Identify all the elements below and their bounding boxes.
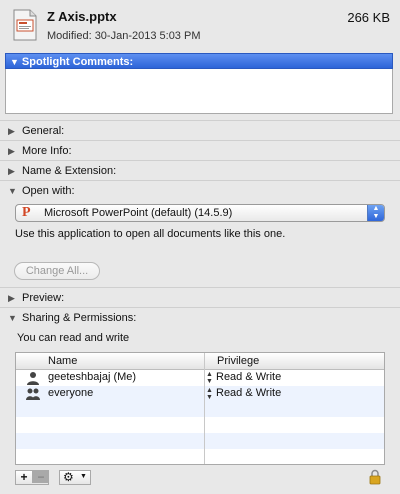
section-open-with-label: Open with: <box>22 185 75 197</box>
add-user-button[interactable]: + <box>16 470 32 484</box>
gear-icon: ⚙ <box>63 470 74 484</box>
pptx-file-icon <box>13 9 37 41</box>
open-with-app: Microsoft PowerPoint (default) (14.5.9) <box>44 207 233 219</box>
permissions-table: Name Privilege geeteshbajaj (Me) ▲ ▼ Read… <box>15 352 385 465</box>
permission-summary: You can read and write <box>17 332 130 344</box>
section-sharing[interactable]: ▼ Sharing & Permissions: <box>0 307 400 328</box>
triangle-right-icon: ▶ <box>8 166 15 176</box>
section-open-with[interactable]: ▼ Open with: <box>0 180 400 201</box>
section-name-extension[interactable]: ▶ Name & Extension: <box>0 160 400 181</box>
spotlight-comments-header[interactable]: ▼ Spotlight Comments: <box>5 53 393 69</box>
section-preview[interactable]: ▶ Preview: <box>0 287 400 308</box>
privilege-stepper-icon[interactable]: ▲ ▼ <box>206 387 213 401</box>
popup-arrows-icon: ▲ ▼ <box>367 205 384 221</box>
table-row[interactable]: everyone ▲ ▼ Read & Write <box>16 386 384 402</box>
section-more-info-label: More Info: <box>22 145 72 157</box>
chevron-down-icon: ▼ <box>80 473 87 480</box>
powerpoint-icon: P <box>22 205 31 220</box>
privilege-value[interactable]: Read & Write <box>216 387 281 399</box>
table-row-empty <box>16 401 384 417</box>
open-with-note: Use this application to open all documen… <box>15 228 286 240</box>
add-remove-buttons: + − <box>15 470 49 485</box>
section-more-info[interactable]: ▶ More Info: <box>0 140 400 161</box>
modified-date: Modified: 30-Jan-2013 5:03 PM <box>47 30 201 42</box>
file-name: Z Axis.pptx <box>47 9 117 24</box>
section-general[interactable]: ▶ General: <box>0 120 400 141</box>
lock-icon[interactable] <box>369 469 381 485</box>
change-all-button[interactable]: Change All... <box>14 262 100 280</box>
section-sharing-label: Sharing & Permissions: <box>22 312 137 324</box>
privilege-value[interactable]: Read & Write <box>216 371 281 383</box>
spotlight-comments-field[interactable] <box>5 69 393 114</box>
user-name: geeteshbajaj (Me) <box>48 371 137 383</box>
section-general-label: General: <box>22 125 65 137</box>
group-icon <box>26 388 40 400</box>
triangle-right-icon: ▶ <box>8 293 15 303</box>
privilege-stepper-icon[interactable]: ▲ ▼ <box>206 371 213 385</box>
user-name: everyone <box>48 387 94 399</box>
open-with-popup[interactable]: P Microsoft PowerPoint (default) (14.5.9… <box>15 204 385 222</box>
file-size: 266 KB <box>347 10 390 25</box>
triangle-down-icon: ▼ <box>8 186 17 196</box>
user-icon <box>27 372 39 385</box>
action-menu-button[interactable]: ⚙ ▼ <box>59 470 91 485</box>
table-header: Name Privilege <box>16 353 384 370</box>
column-header-privilege[interactable]: Privilege <box>217 355 259 367</box>
table-row[interactable]: geeteshbajaj (Me) ▲ ▼ Read & Write <box>16 370 384 386</box>
section-preview-label: Preview: <box>22 292 65 304</box>
triangle-down-icon: ▼ <box>10 57 19 67</box>
table-row-empty <box>16 433 384 449</box>
triangle-right-icon: ▶ <box>8 146 15 156</box>
remove-user-button[interactable]: − <box>33 470 49 484</box>
column-header-name[interactable]: Name <box>48 355 77 367</box>
section-name-extension-label: Name & Extension: <box>22 165 117 177</box>
triangle-right-icon: ▶ <box>8 126 15 136</box>
triangle-down-icon: ▼ <box>8 313 17 323</box>
spotlight-comments-label: Spotlight Comments: <box>21 56 134 68</box>
column-divider <box>204 353 205 464</box>
